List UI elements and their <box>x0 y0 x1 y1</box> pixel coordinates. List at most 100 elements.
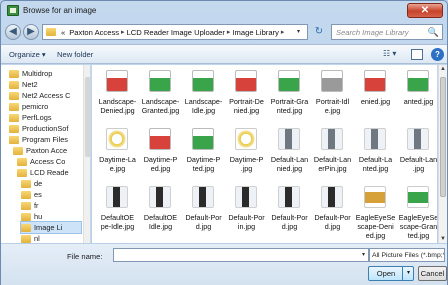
tree-item[interactable]: hu <box>21 211 81 222</box>
search-icon[interactable]: 🔍 <box>428 27 439 38</box>
file-item[interactable]: Daytime-P ted.jpg <box>180 125 227 187</box>
tree-item[interactable]: Multidrop <box>9 68 81 79</box>
breadcrumb-overflow[interactable]: « <box>61 28 65 37</box>
file-item[interactable]: DefaultOE pe-Idle.jpg <box>94 183 141 243</box>
search-input[interactable]: Search Image Library 🔍 <box>331 24 443 40</box>
file-item[interactable]: anted.jpg <box>395 67 437 129</box>
new-folder-button[interactable]: New folder <box>57 50 93 59</box>
file-item[interactable]: Portrait-Gra nted.jpg <box>266 67 313 129</box>
file-item[interactable]: EagleEyeSe scape-Gran ted.jpg <box>395 183 437 243</box>
file-item-label: Default-La nted.jpg <box>358 155 393 173</box>
tree-item[interactable]: nl <box>21 233 81 243</box>
file-item[interactable]: Daytime-La e.jpg <box>94 125 141 187</box>
file-item-label: anted.jpg <box>403 97 434 106</box>
tree-item-label: Program Files <box>22 135 68 144</box>
file-item-label: enied.jpg <box>360 97 391 106</box>
file-item-label: DefaultOE Idle.jpg <box>143 213 178 231</box>
tree-item[interactable]: Net2 Access C <box>9 90 81 101</box>
address-bar[interactable]: « Paxton Access ▸ LCD Reader Image Uploa… <box>42 24 308 40</box>
folder-icon <box>21 223 31 232</box>
tree-item-label: pemicro <box>22 102 49 111</box>
folder-icon <box>13 146 23 155</box>
image-thumbnail-icon <box>149 128 171 150</box>
chevron-right-icon[interactable]: ▸ <box>281 28 285 36</box>
file-item[interactable]: EagleEyeSe scape-Deni ed.jpg <box>352 183 399 243</box>
file-item-label: Landscape- Granted.jpg <box>141 97 180 115</box>
image-thumbnail-icon <box>321 70 343 92</box>
file-name-label: File name: <box>67 252 103 261</box>
picture-icon <box>7 5 19 16</box>
file-item[interactable]: Portrait-De nied.jpg <box>223 67 270 129</box>
close-button[interactable]: ✕ <box>407 3 443 18</box>
organize-menu[interactable]: Organize ▾ <box>9 50 46 59</box>
refresh-icon[interactable]: ↻ <box>311 24 327 40</box>
folder-icon <box>21 201 31 210</box>
tree-item-label: Paxton Acce <box>26 146 68 155</box>
file-item[interactable]: Default-Por d.jpg <box>266 183 313 243</box>
breadcrumb-image-library[interactable]: Image Library <box>232 28 278 37</box>
back-button[interactable]: ◀ <box>5 24 21 40</box>
file-item[interactable]: Default-Lan nied.jpg <box>266 125 313 187</box>
file-item[interactable]: Daytime-P .jpg <box>223 125 270 187</box>
breadcrumb-paxton-access[interactable]: Paxton Access <box>69 28 119 37</box>
chevron-right-icon[interactable]: ▸ <box>227 28 231 36</box>
file-item[interactable]: DefaultOE Idle.jpg <box>137 183 184 243</box>
file-item[interactable]: Default-Lan erPin.jpg <box>309 125 356 187</box>
file-item[interactable]: Landscape- Denied.jpg <box>94 67 141 129</box>
image-thumbnail-icon <box>106 70 128 92</box>
tree-item[interactable]: Image Li <box>20 221 82 234</box>
open-label[interactable]: Open <box>377 269 396 278</box>
open-split-icon[interactable]: ▾ <box>402 266 414 281</box>
image-thumbnail-icon <box>364 128 386 150</box>
tree-scrollbar[interactable] <box>83 65 90 243</box>
views-icon[interactable]: ☷ ▾ <box>383 49 407 61</box>
file-item[interactable]: Default-Por d.jpg <box>309 183 356 243</box>
folder-icon <box>9 102 19 111</box>
image-thumbnail-icon <box>235 128 257 150</box>
scroll-thumb[interactable] <box>440 77 446 197</box>
image-thumbnail-icon <box>321 186 343 208</box>
tree-item[interactable]: de <box>21 178 81 189</box>
folder-icon <box>9 69 19 78</box>
preview-pane-icon[interactable] <box>411 49 423 60</box>
chevron-right-icon[interactable]: ▸ <box>121 28 125 36</box>
tree-scroll-thumb[interactable] <box>85 77 90 157</box>
folder-icon <box>21 234 31 243</box>
tree-item[interactable]: Paxton Acce <box>13 145 81 156</box>
tree-item[interactable]: pemicro <box>9 101 81 112</box>
tree-item[interactable]: Access Co <box>17 156 81 167</box>
forward-button[interactable]: ▶ <box>23 24 39 40</box>
tree-item[interactable]: es <box>21 189 81 200</box>
vertical-scrollbar[interactable]: ▲ ▼ <box>438 65 447 243</box>
tree-item[interactable]: Program Files <box>9 134 81 145</box>
chevron-down-icon[interactable]: ▾ <box>297 28 300 35</box>
scroll-down-icon[interactable]: ▼ <box>440 236 446 242</box>
image-thumbnail-icon <box>106 128 128 150</box>
address-row: ◀ ▶ « Paxton Access ▸ LCD Reader Image U… <box>1 22 447 42</box>
tree-item[interactable]: PerfLogs <box>9 112 81 123</box>
tree-item[interactable]: Net2 <box>9 79 81 90</box>
file-name-input[interactable]: ▾ <box>113 248 369 262</box>
file-item[interactable]: Default-La nted.jpg <box>352 125 399 187</box>
help-icon[interactable]: ? <box>431 48 444 61</box>
folder-icon <box>9 124 19 133</box>
folder-icon <box>17 168 27 177</box>
breadcrumb-lcd-reader[interactable]: LCD Reader Image Uploader <box>127 28 225 37</box>
tree-item[interactable]: ProductionSof <box>9 123 81 134</box>
file-dialog: Browse for an image ✕ ◀ ▶ « Paxton Acces… <box>0 0 448 285</box>
file-item[interactable]: Landscape- Idle.jpg <box>180 67 227 129</box>
file-item[interactable]: Default-Por d.jpg <box>180 183 227 243</box>
file-type-select[interactable]: All Picture Files (*.bmp;*.jpg;*.j ▾ <box>369 248 445 262</box>
file-item[interactable]: Default-Lan .jpg <box>395 125 437 187</box>
file-item-label: Daytime-P ted.jpg <box>186 155 221 173</box>
tree-item[interactable]: fr <box>21 200 81 211</box>
scroll-up-icon[interactable]: ▲ <box>440 66 446 72</box>
file-item[interactable]: enied.jpg <box>352 67 399 129</box>
file-item[interactable]: Landscape- Granted.jpg <box>137 67 184 129</box>
chevron-down-icon[interactable]: ▾ <box>362 251 365 258</box>
cancel-button[interactable]: Cancel <box>418 266 447 281</box>
file-item[interactable]: Daytime-P ed.jpg <box>137 125 184 187</box>
file-item[interactable]: Default-Por in.jpg <box>223 183 270 243</box>
file-item[interactable]: Portrait-Idl e.jpg <box>309 67 356 129</box>
tree-item[interactable]: LCD Reade <box>17 167 81 178</box>
